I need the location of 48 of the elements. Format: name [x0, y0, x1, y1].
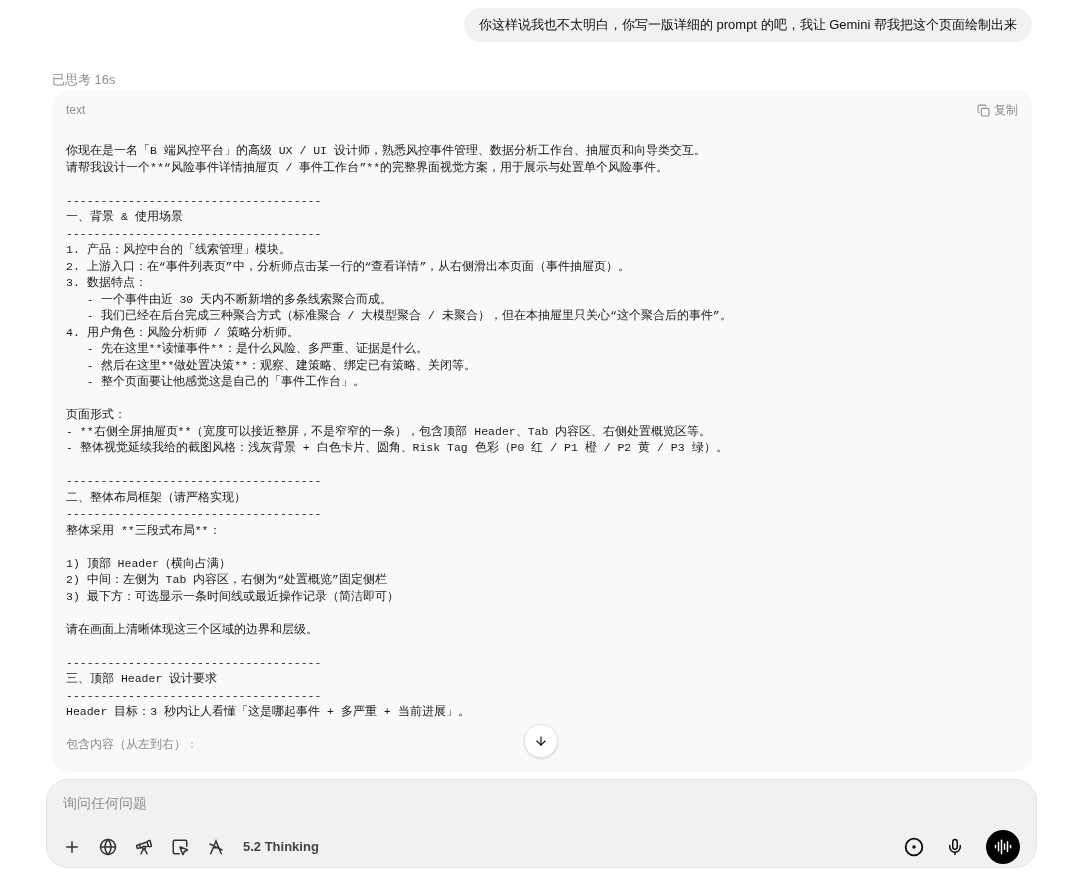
- code-line: 2. 上游入口：在“事件列表页”中，分析师点击某一行的“查看详情”，从右侧滑出本页面（事件抽屉页）。: [66, 258, 631, 275]
- code-line: 整体采用 **三段式布局**：: [66, 522, 221, 539]
- code-line: 1. 产品：风控中台的「线索管理」模块。: [66, 242, 291, 258]
- model-selector[interactable]: 5.2 Thinking: [243, 837, 319, 857]
- code-line: -------------------------------------: [66, 654, 322, 671]
- code-line: - 一个事件由近 30 天内不断新增的多条线索聚合而成。: [85, 291, 393, 308]
- voice-mode-button[interactable]: [986, 830, 1020, 864]
- code-line: 页面形式：: [66, 407, 126, 423]
- thought-duration-label[interactable]: 已思考 16s: [52, 72, 116, 87]
- message-input-field[interactable]: 询问任何问题: [63, 793, 1020, 814]
- code-line: - 先在这里**读懂事件**：是什么风险、多严重、证据是什么。: [85, 341, 429, 357]
- code-line: 4. 用户角色：风险分析师 / 策略分析师。: [66, 324, 300, 341]
- code-line: -------------------------------------: [66, 687, 322, 704]
- code-line: 2) 中间：左侧为 Tab 内容区，右侧为“处置概览”固定侧栏: [66, 572, 387, 588]
- code-line: - **右侧全屏抽屉页**（宽度可以接近整屏，不是窄窄的一条），包含顶部 Header、Tab 内容区、右侧处置概览区等。: [66, 423, 712, 440]
- code-line: 请在画面上清晰体现这三个区域的边界和层级。: [66, 621, 318, 638]
- audio-waveform-icon: [994, 838, 1012, 856]
- code-language-label: text: [66, 102, 86, 119]
- code-line: -------------------------------------: [66, 192, 322, 209]
- code-line: -------------------------------------: [66, 506, 322, 522]
- copy-button[interactable]: 复制: [977, 101, 1018, 119]
- code-line: 包含内容（从左到右）：: [66, 737, 198, 753]
- code-line: 二、整体布局框架（请严格实现）: [66, 489, 246, 506]
- code-line: 你现在是一名「B 端风控平台」的高级 UX / UI 设计师，熟悉风控事件管理、数据分析工作台、抽屉页和向导类交互。: [66, 143, 706, 159]
- pen-tool-icon[interactable]: [207, 838, 225, 856]
- code-line: Header 目标：3 秒内让人看懂「这是哪起事件 + 多严重 + 当前进展」。: [66, 704, 470, 720]
- scroll-down-button[interactable]: [524, 724, 558, 758]
- code-line: 1) 顶部 Header（横向占满）: [66, 555, 231, 572]
- microphone-icon[interactable]: [946, 838, 964, 856]
- record-icon[interactable]: [904, 837, 924, 857]
- code-line: - 整个页面要让他感觉这是自己的「事件工作台」。: [85, 374, 365, 390]
- code-line: 3) 最下方：可选显示一条时间线或最近操作记录（简洁即可）: [66, 588, 399, 605]
- code-line: 3. 数据特点：: [66, 275, 147, 291]
- image-pointer-icon[interactable]: [171, 838, 189, 856]
- user-message-bubble: 你这样说我也不太明白，你写一版详细的 prompt 的吧，我让 Gemini 帮我把这个页面绘制出来: [463, 8, 1032, 42]
- code-line: -------------------------------------: [66, 473, 322, 489]
- telescope-icon[interactable]: [135, 838, 153, 856]
- code-line: - 然后在这里**做处置决策**：观察、建策略、绑定已有策略、关闭等。: [85, 357, 477, 374]
- globe-icon[interactable]: [99, 838, 117, 856]
- arrow-down-icon: [534, 734, 548, 748]
- code-line: -------------------------------------: [66, 225, 322, 242]
- code-line: 三、顶部 Header 设计要求: [66, 671, 218, 687]
- copy-icon: [977, 103, 990, 117]
- code-line: - 我们已经在后台完成三种聚合方式（标准聚合 / 大模型聚合 / 未聚合），但在本抽屉里只关心“这个聚合后的事件”。: [85, 308, 732, 324]
- add-icon[interactable]: [63, 838, 81, 856]
- code-line: 请帮我设计一个**“风险事件详情抽屉页 / 事件工作台”**的完整界面视觉方案，用于展示与处置单个风险事件。: [66, 159, 669, 176]
- code-line: - 整体视觉延续我给的截图风格：浅灰背景 + 白色卡片、圆角、Risk Tag 色彩（P0 红 / P1 橙 / P2 黄 / P3 绿）。: [66, 440, 728, 456]
- code-line: 一、背景 & 使用场景: [66, 209, 183, 225]
